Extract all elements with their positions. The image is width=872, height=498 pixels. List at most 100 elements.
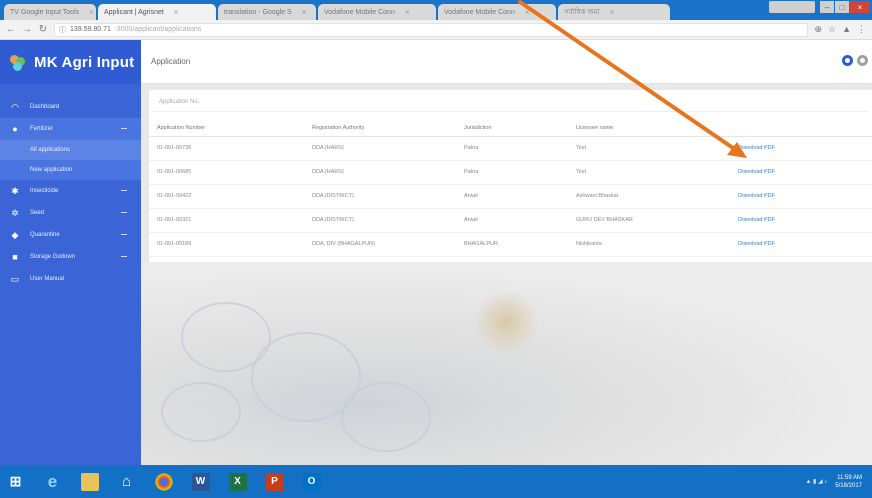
column-header[interactable]: Licensee name <box>568 120 730 137</box>
application-number: 01-001-00189 <box>149 232 304 257</box>
word-icon: W <box>191 472 210 491</box>
close-tab-icon[interactable]: × <box>525 8 530 17</box>
ie-icon: e <box>47 471 58 491</box>
table-header-row: Application Number Registration Authorit… <box>149 120 872 137</box>
sidebar-item-fertilizer[interactable]: ● Fertilizer <box>0 118 141 140</box>
download-pdf-link[interactable]: Download PDF <box>738 193 775 199</box>
sidebar-item-seed[interactable]: ✲ Seed <box>0 202 141 224</box>
column-header <box>730 120 872 137</box>
sidebar-subitem-new-application[interactable]: New application <box>0 160 141 180</box>
tab-label: TV Google Input Tools <box>10 8 80 16</box>
sidebar-item-user-manual[interactable]: ▭ User Manual <box>0 268 141 290</box>
browser-tab[interactable]: translation - Google S × <box>218 4 316 20</box>
sidebar-item-label: Quarantine <box>30 232 60 238</box>
licensee-name: Nishikanta <box>568 232 730 257</box>
table-row: 01-001-00422 DDA (DISTRICT) Arwal Ashwan… <box>149 184 872 209</box>
tab-label: Applicant | Agrisnet <box>104 8 164 16</box>
brand[interactable]: MK Agri Input <box>0 40 141 84</box>
search-input[interactable]: Application No. <box>153 92 868 112</box>
page-title: Application <box>151 57 191 66</box>
forward-icon[interactable]: → <box>22 24 32 35</box>
table-row: 01-001-00685 DDA (HARS) Patna Test Downl… <box>149 160 872 185</box>
sidebar-item-insecticide[interactable]: ✱ Insecticide <box>0 180 141 202</box>
jurisdiction: BHAGALPUR <box>456 232 568 257</box>
expand-icon <box>121 256 127 257</box>
bookmark-star-icon[interactable]: ☆ <box>828 24 836 35</box>
tab-label: সর্বাধিক জমা <box>564 9 600 16</box>
main-content: Application Application No. Application … <box>141 40 872 465</box>
shield-icon: ◆ <box>11 229 19 240</box>
seed-icon: ✲ <box>11 207 19 218</box>
browser-tab[interactable]: Vodafone Mobile Conn × <box>438 4 556 20</box>
store-icon: ⌂ <box>121 473 132 490</box>
taskbar-app-word[interactable]: W <box>185 465 216 498</box>
licensee-name: Ashwani Bhaskar <box>568 184 730 209</box>
clock-time: 11:59 AM <box>837 474 862 481</box>
application-number: 01-001-00685 <box>149 160 304 185</box>
sidebar-subitem-label: All applications <box>30 147 71 153</box>
registration-authority: DDA, DIV (BHAGALPUR) <box>304 232 456 257</box>
download-pdf-link[interactable]: Download PDF <box>738 169 775 175</box>
url-path: :3000/applicant/applications <box>114 26 202 33</box>
book-icon: ▭ <box>10 273 20 284</box>
tab-label: Vodafone Mobile Conn <box>444 8 515 16</box>
expand-icon <box>121 212 127 213</box>
notification-icon[interactable] <box>842 55 853 66</box>
taskbar-app-ie[interactable]: e <box>37 465 68 498</box>
table-row: 01-001-00736 DDA (HARS) Patna Test Downl… <box>149 136 872 161</box>
sidebar-item-storage-godown[interactable]: ■ Storage Godown <box>0 246 141 268</box>
tray-icons[interactable]: ▲ ▮ ◢ ♪ <box>805 478 827 485</box>
start-button[interactable]: ⊞ <box>0 465 31 498</box>
brand-name: MK Agri Input <box>34 53 135 71</box>
taskbar-app-chrome[interactable] <box>148 465 179 498</box>
chrome-icon <box>154 472 173 491</box>
user-icon: ● <box>12 124 18 134</box>
sidebar-subitem-all-applications[interactable]: All applications <box>0 140 141 160</box>
clock[interactable]: 11:59 AM 5/18/2017 <box>835 474 862 490</box>
close-tab-icon[interactable]: × <box>302 8 307 17</box>
column-header[interactable]: Registration Authority <box>304 120 456 137</box>
download-pdf-link[interactable]: Download PDF <box>738 217 775 223</box>
url-input[interactable]: ⓘ 139.59.80.71:3000/applicant/applicatio… <box>54 22 809 37</box>
download-pdf-link[interactable]: Download PDF <box>738 145 775 151</box>
download-pdf-link[interactable]: Download PDF <box>738 241 775 247</box>
application-number: 01-001-00321 <box>149 208 304 233</box>
close-window-icon[interactable]: × <box>850 1 870 13</box>
user-avatar-icon[interactable] <box>857 55 868 66</box>
back-icon[interactable]: ← <box>6 24 16 35</box>
licensee-name: GURU DEV BHASKAR <box>568 208 730 233</box>
browser-tab-active[interactable]: Applicant | Agrisnet × <box>98 4 216 20</box>
bug-icon: ✱ <box>11 185 19 196</box>
registration-authority: DDA (HARS) <box>304 136 456 161</box>
taskbar-app-outlook[interactable]: O <box>296 465 327 498</box>
close-tab-icon[interactable]: × <box>610 8 615 17</box>
close-tab-icon[interactable]: × <box>405 8 410 17</box>
sidebar-item-quarantine[interactable]: ◆ Quarantine <box>0 224 141 246</box>
taskbar-app-store[interactable]: ⌂ <box>111 465 142 498</box>
sidebar-menu: ◠ Dashboard ● Fertilizer All application… <box>0 84 141 290</box>
column-header[interactable]: Application Number <box>149 120 304 137</box>
close-tab-icon[interactable]: × <box>174 8 179 17</box>
browser-tab[interactable]: TV Google Input Tools × <box>4 4 96 20</box>
profile-button[interactable] <box>769 1 815 13</box>
taskbar-app-explorer[interactable] <box>74 465 105 498</box>
brand-logo-icon <box>10 53 26 71</box>
taskbar-app-powerpoint[interactable]: P <box>259 465 290 498</box>
application-number: 01-001-00422 <box>149 184 304 209</box>
menu-icon[interactable]: ⋮ <box>857 24 866 35</box>
file-explorer-icon <box>80 472 99 491</box>
extension-icon[interactable]: ▲ <box>842 24 851 35</box>
jurisdiction: Patna <box>456 136 568 161</box>
sidebar-item-dashboard[interactable]: ◠ Dashboard <box>0 96 141 118</box>
minimize-icon[interactable]: – <box>820 1 834 13</box>
sidebar-item-label: User Manual <box>30 276 65 282</box>
zoom-icon[interactable]: ⊕ <box>814 24 822 35</box>
close-tab-icon[interactable]: × <box>89 8 94 17</box>
taskbar-app-excel[interactable]: X <box>222 465 253 498</box>
maximize-icon[interactable]: □ <box>835 1 849 13</box>
column-header[interactable]: Jurisdiction <box>456 120 568 137</box>
browser-tab[interactable]: Vodafone Mobile Conn × <box>318 4 436 20</box>
sidebar-subitem-label: New application <box>30 167 73 173</box>
browser-tab[interactable]: সর্বাধিক জমা × <box>558 4 670 20</box>
reload-icon[interactable]: ↻ <box>38 24 48 35</box>
